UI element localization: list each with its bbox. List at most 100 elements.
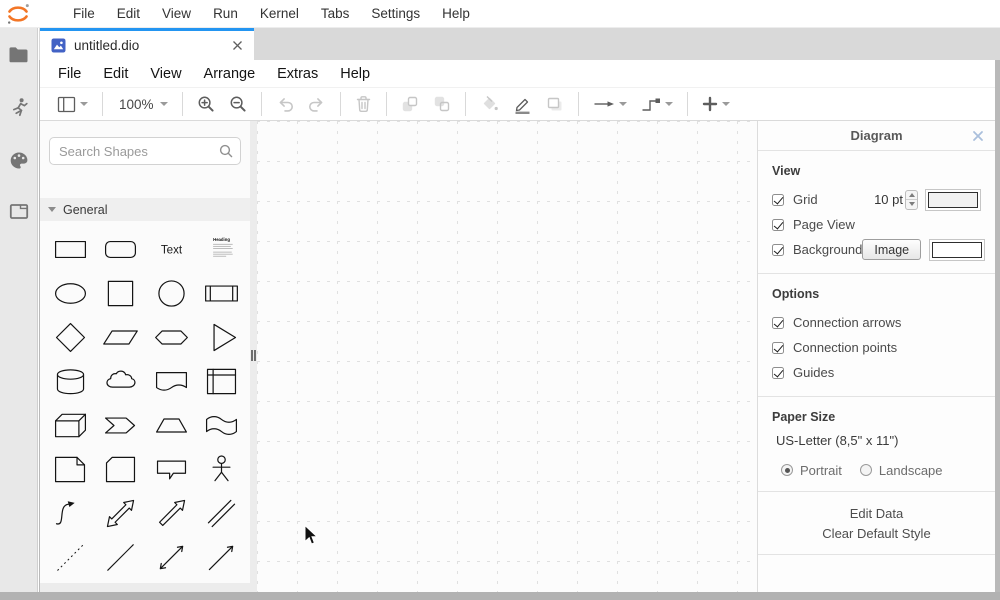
shape-card[interactable] (99, 447, 143, 491)
portrait-radio[interactable] (781, 464, 793, 476)
connection-points-checkbox[interactable] (772, 342, 784, 354)
landscape-radio[interactable] (860, 464, 872, 476)
background-image-button[interactable]: Image (862, 239, 921, 260)
line-color-button[interactable] (509, 95, 536, 114)
shape-hexagon[interactable] (149, 315, 193, 359)
jupyter-menu-settings[interactable]: Settings (360, 0, 431, 28)
shape-actor[interactable] (200, 447, 244, 491)
jupyter-menu-kernel[interactable]: Kernel (249, 0, 310, 28)
shape-cloud[interactable] (99, 359, 143, 403)
to-back-button[interactable] (429, 95, 455, 113)
shape-textbox[interactable]: Heading (200, 227, 244, 271)
zoom-in-button[interactable] (193, 95, 219, 113)
jupyter-menu-help[interactable]: Help (431, 0, 481, 28)
to-front-button[interactable] (397, 95, 423, 113)
shape-text[interactable]: Text (149, 227, 193, 271)
zoom-level: 100% (117, 97, 156, 112)
shape-triangle[interactable] (200, 315, 244, 359)
shape-square[interactable] (99, 271, 143, 315)
drawio-menu-help[interactable]: Help (329, 66, 381, 82)
search-shapes-input[interactable] (49, 137, 241, 165)
view-panels-button[interactable] (53, 96, 92, 113)
tab-title: untitled.dio (74, 38, 231, 53)
shape-note[interactable] (48, 447, 92, 491)
zoom-out-button[interactable] (225, 95, 251, 113)
view-section-title: View (772, 164, 981, 178)
zoom-level-dropdown[interactable]: 100% (113, 97, 172, 112)
chevron-down-icon (722, 102, 730, 106)
tab-close-icon[interactable] (231, 39, 244, 52)
drawio-menu-extras[interactable]: Extras (266, 66, 329, 82)
drawio-menu-edit[interactable]: Edit (92, 66, 139, 82)
shapes-panel-scroll-strip (40, 583, 250, 592)
stepper-up-icon[interactable] (906, 191, 917, 201)
folder-icon[interactable] (8, 46, 29, 64)
shape-trapezoid[interactable] (149, 403, 193, 447)
diagram-canvas[interactable] (257, 121, 757, 592)
grid-checkbox[interactable] (772, 194, 784, 206)
guides-checkbox[interactable] (772, 367, 784, 379)
edit-data-button[interactable]: Edit Data (758, 504, 995, 524)
jupyter-menu-view[interactable]: View (151, 0, 202, 28)
shape-bidirectional-block-arrow[interactable] (99, 491, 143, 535)
tab-untitled-dio[interactable]: untitled.dio (40, 28, 254, 60)
grid-size-stepper[interactable] (905, 190, 918, 210)
shape-cube[interactable] (48, 403, 92, 447)
connection-arrows-checkbox[interactable] (772, 317, 784, 329)
shape-step[interactable] (99, 403, 143, 447)
portrait-label: Portrait (800, 463, 842, 478)
insert-button[interactable] (698, 96, 734, 112)
shadow-button[interactable] (542, 96, 568, 113)
shape-parallelogram[interactable] (99, 315, 143, 359)
format-panel: Diagram View Grid 10 pt (757, 121, 995, 592)
shape-curve[interactable] (48, 491, 92, 535)
shapes-canvas-divider[interactable] (250, 121, 257, 592)
shape-ellipse[interactable] (48, 271, 92, 315)
shape-link[interactable] (200, 491, 244, 535)
stepper-down-icon[interactable] (906, 200, 917, 209)
fill-color-button[interactable] (476, 95, 503, 113)
drawio-menu-file[interactable]: File (47, 66, 92, 82)
shape-rectangle[interactable] (48, 227, 92, 271)
shape-diamond[interactable] (48, 315, 92, 359)
palette-icon[interactable] (9, 151, 29, 170)
page-view-checkbox[interactable] (772, 219, 784, 231)
jupyter-menu-edit[interactable]: Edit (106, 0, 151, 28)
shape-rounded-rectangle[interactable] (99, 227, 143, 271)
shape-dashed-line[interactable] (48, 535, 92, 579)
background-checkbox[interactable] (772, 244, 784, 256)
shape-document[interactable] (149, 359, 193, 403)
jupyter-menu-tabs[interactable]: Tabs (310, 0, 361, 28)
shape-process[interactable] (200, 271, 244, 315)
window-icon[interactable] (9, 203, 29, 220)
drawio-menu-arrange[interactable]: Arrange (193, 66, 267, 82)
waypoints-button[interactable] (637, 97, 677, 112)
shape-internal-storage[interactable] (200, 359, 244, 403)
shape-bidirectional-arrow[interactable] (149, 535, 193, 579)
divider-grip-icon[interactable] (251, 350, 256, 361)
shape-line[interactable] (99, 535, 143, 579)
paper-size-select[interactable]: US-Letter (8,5" x 11") (776, 433, 981, 448)
shape-callout[interactable] (149, 447, 193, 491)
delete-button[interactable] (351, 95, 376, 113)
svg-text:Heading: Heading (213, 237, 230, 242)
jupyter-menu-file[interactable]: File (62, 0, 106, 28)
jupyter-menu-run[interactable]: Run (202, 0, 249, 28)
undo-button[interactable] (272, 96, 298, 113)
close-panel-icon[interactable] (972, 130, 984, 142)
shapes-section-general[interactable]: General (40, 198, 250, 221)
shape-cylinder[interactable] (48, 359, 92, 403)
drawio-toolbar: 100% (40, 87, 995, 121)
redo-button[interactable] (304, 96, 330, 113)
running-person-icon[interactable] (9, 97, 29, 118)
shape-block-arrow[interactable] (149, 491, 193, 535)
canvas-grid-pattern (257, 121, 757, 592)
grid-color-swatch[interactable] (925, 189, 981, 211)
drawio-menu-view[interactable]: View (139, 66, 192, 82)
shape-directional-arrow[interactable] (200, 535, 244, 579)
connection-style-button[interactable] (589, 98, 631, 110)
shape-tape[interactable] (200, 403, 244, 447)
clear-default-style-button[interactable]: Clear Default Style (758, 524, 995, 544)
background-color-swatch[interactable] (929, 239, 985, 261)
shape-circle[interactable] (149, 271, 193, 315)
